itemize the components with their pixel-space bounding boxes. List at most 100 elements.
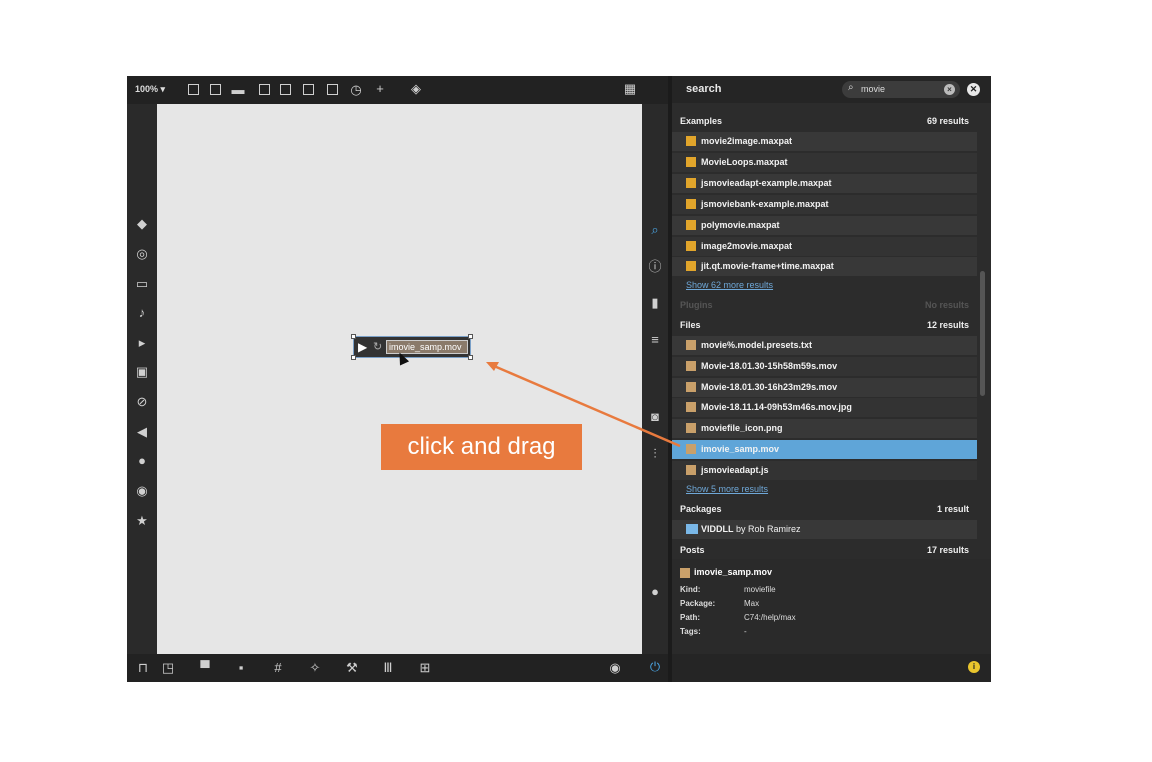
patcher-toolbar: 100% ▾ ▬ ◷ + ◈ ▦ [127,76,668,104]
close-sidebar-button[interactable]: ✕ [967,83,980,96]
clear-search-icon[interactable]: × [944,84,955,95]
zoom-menu[interactable]: 100% ▾ [135,84,165,95]
list-item[interactable]: MovieLoops.maxpat [672,153,977,172]
message-box-icon[interactable] [210,84,221,95]
info-icon[interactable]: ⓘ [647,259,663,275]
power-icon[interactable]: ⏻ [647,660,663,674]
star-icon[interactable]: ★ [134,513,150,529]
easel-icon[interactable]: ▀ [197,661,213,675]
item-label: jsmovieadapt.js [701,465,769,475]
cube-icon[interactable]: ◆ [134,216,150,232]
paperclip-icon[interactable]: ⊘ [134,394,150,410]
wand-icon[interactable]: ✧ [307,661,323,675]
list-item[interactable]: image2movie.maxpat [672,237,977,256]
search-input[interactable]: ⌕ movie × [842,81,960,98]
package-value: Max [744,599,760,608]
slider-icon[interactable] [327,84,338,95]
grid-icon[interactable]: ▦ [622,82,638,96]
item-label: MovieLoops.maxpat [701,157,788,167]
circle-target-icon[interactable]: ◎ [134,246,150,262]
comment-icon[interactable]: ▬ [230,83,246,97]
grid-snap-icon[interactable]: # [270,661,286,675]
resize-handle[interactable] [351,334,356,339]
search-header: search ⌕ movie × ✕ [672,76,991,103]
list-item[interactable]: movie%.model.presets.txt [672,336,977,355]
image-icon[interactable]: ▣ [134,364,150,380]
wrench-icon[interactable]: ⚒ [344,661,360,675]
mixer-icon[interactable]: ⫶ [647,446,663,462]
list-item[interactable]: movie2image.maxpat [672,132,977,151]
result-count: No results [924,300,969,310]
loop-icon[interactable]: ↻ [373,340,382,353]
dial-icon[interactable]: ◷ [348,83,364,97]
list-item[interactable]: polymovie.maxpat [672,216,977,235]
keyboard-icon[interactable]: ⊞ [417,661,433,675]
search-query[interactable]: movie [861,84,885,94]
zoom-value: 100% [135,84,159,94]
list-item[interactable]: Movie-18.11.14-09h53m46s.mov.jpg [672,398,977,417]
package-icon [686,524,698,534]
patcher-file-icon [686,157,696,167]
play-step-icon[interactable]: ▸ [134,335,150,351]
result-count: 17 results [926,545,969,555]
button-icon[interactable] [280,84,291,95]
package-name: VIDDLL [701,524,734,534]
list-item[interactable]: jsmovieadapt-example.maxpat [672,174,977,193]
list-item[interactable]: Movie-18.01.30-15h58m59s.mov [672,357,977,376]
bottom-toolbar: ⊓ ◳ ▀ ▪ # ✧ ⚒ Ⅲ ⊞ ◉ ⏻ [127,654,668,682]
item-label: polymovie.maxpat [701,220,780,230]
book-icon[interactable]: ▮ [647,295,663,311]
patcher-canvas[interactable]: ▶ ↻ imovie_samp.mov [157,104,642,654]
resize-handle[interactable] [351,355,356,360]
info-badge-icon[interactable]: i [968,661,980,673]
plug-icon[interactable]: ◀ [134,424,150,440]
play-icon[interactable]: ▶ [358,340,367,354]
package-author: by Rob Ramirez [733,524,801,534]
lock-icon[interactable]: ⊓ [135,661,151,675]
object-box-icon[interactable] [188,84,199,95]
play-circle-icon[interactable]: ◉ [607,661,623,675]
section-header-posts: Posts 17 results [672,541,977,559]
list-item[interactable]: jsmoviebank-example.maxpat [672,195,977,214]
list-item[interactable]: VIDDLL by Rob Ramirez [672,520,977,539]
show-more-link[interactable]: Show 5 more results [686,484,768,494]
list-item[interactable]: Movie-18.01.30-16h23m29s.mov [672,378,977,397]
number-box-icon[interactable] [303,84,314,95]
fill-icon[interactable]: ◈ [408,82,424,96]
search-icon[interactable]: ⌕ [647,222,663,238]
section-title: Posts [680,545,705,555]
scrollbar[interactable] [980,271,985,396]
section-header-plugins: Plugins No results [672,296,977,314]
resize-handle[interactable] [468,355,473,360]
camera-icon[interactable]: ◙ [647,409,663,425]
package-label: Package: [680,599,716,608]
item-label: moviefile_icon.png [701,423,783,433]
section-header-packages: Packages 1 result [672,500,977,518]
list-icon[interactable]: ≡ [647,332,663,348]
file-icon [686,340,696,350]
section-header-examples: Examples 69 results [672,112,977,130]
piano-icon[interactable]: Ⅲ [380,661,396,675]
file-icon [686,382,696,392]
record-icon[interactable]: ● [134,453,150,469]
section-title: Files [680,320,701,330]
film-icon[interactable]: ▭ [134,276,150,292]
resize-handle[interactable] [468,334,473,339]
toggle-icon[interactable] [259,84,270,95]
item-label: imovie_samp.mov [701,444,780,454]
music-note-icon[interactable]: ♪ [134,305,150,321]
list-item[interactable]: jsmovieadapt.js [672,461,977,480]
search-icon: ⌕ [848,82,854,93]
add-icon[interactable]: + [372,82,388,96]
list-item[interactable]: moviefile_icon.png [672,419,977,438]
windows-icon[interactable]: ▪ [233,661,249,675]
list-item-selected[interactable]: imovie_samp.mov [672,440,977,459]
playlist-object[interactable]: ▶ ↻ imovie_samp.mov [351,334,473,360]
file-icon [686,444,696,454]
presentation-icon[interactable]: ◳ [160,661,176,675]
show-more-link[interactable]: Show 62 more results [686,280,773,290]
detail-panel: imovie_samp.mov Kind: moviefile Package:… [672,559,991,654]
list-item[interactable]: jit.qt.movie-frame+time.maxpat [672,257,977,276]
package-icon[interactable]: ◉ [134,483,150,499]
level-slider-icon[interactable]: ● [647,584,663,600]
